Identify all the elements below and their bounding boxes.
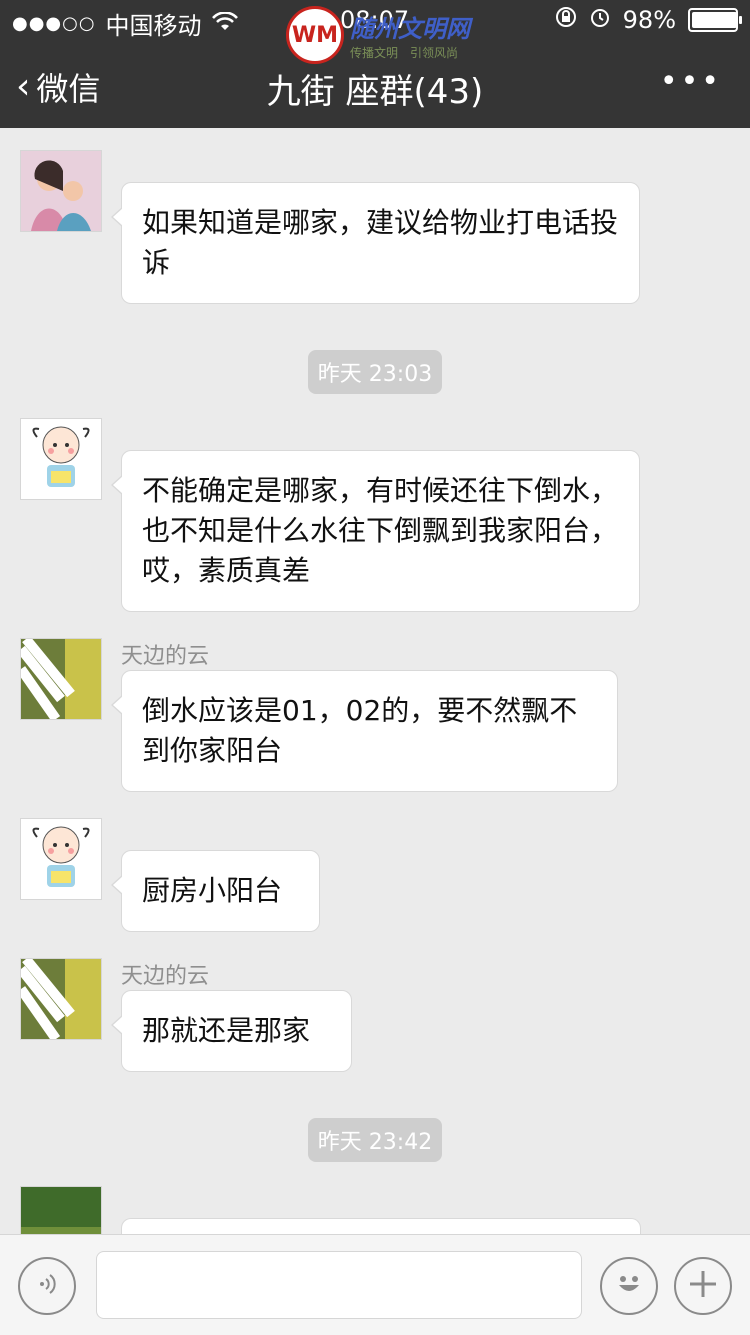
message-bubble[interactable]: 厨房小阳台 xyxy=(111,850,320,932)
message-bubble[interactable]: 那就还是那家 xyxy=(111,990,352,1072)
chat-title: 九街 座群(43) xyxy=(266,72,484,112)
battery-percent: 98% xyxy=(622,6,676,34)
avatar[interactable] xyxy=(20,958,102,1040)
more-options-icon[interactable]: ••• xyxy=(660,64,722,99)
emoji-icon xyxy=(612,1267,646,1305)
timestamp: 昨天 23:03 xyxy=(0,350,750,394)
avatar[interactable] xyxy=(20,150,102,232)
message-bubble[interactable]: 不能确定是哪家，有时候还往下倒水，也不知是什么水往下倒飘到我家阳台，哎，素质真差 xyxy=(111,450,640,612)
nav-bar: ‹ 微信 九街 座群(43) ••• xyxy=(0,40,750,128)
carrier-name: 中国移动 xyxy=(105,12,202,40)
top-bar: ●●●○○ 中国移动 08:07 98% WM 随州文明网 传播文明 引领风尚 … xyxy=(0,0,750,128)
status-right: 98% xyxy=(555,6,742,34)
plus-icon xyxy=(686,1267,720,1305)
voice-icon xyxy=(34,1271,60,1301)
signal-strength-icon: ●●●○○ xyxy=(12,13,96,34)
battery-fill xyxy=(692,12,738,28)
avatar[interactable] xyxy=(20,638,102,720)
input-bar xyxy=(0,1234,750,1335)
avatar[interactable] xyxy=(20,818,102,900)
wifi-icon xyxy=(211,10,238,38)
sender-name: 天边的云 xyxy=(121,964,210,989)
timestamp: 昨天 23:42 xyxy=(0,1118,750,1162)
timestamp-label: 昨天 23:42 xyxy=(307,1118,443,1162)
alarm-icon xyxy=(589,6,611,34)
status-left: ●●●○○ 中国移动 xyxy=(12,6,238,41)
voice-button[interactable] xyxy=(18,1257,76,1315)
add-button[interactable] xyxy=(674,1257,732,1315)
watermark-title: 随州文明网 xyxy=(350,15,470,43)
rotation-lock-icon xyxy=(555,6,577,34)
message-bubble[interactable]: 倒水应该是01，02的，要不然飘不到你家阳台 xyxy=(111,670,618,792)
battery-icon xyxy=(688,8,742,32)
avatar[interactable] xyxy=(20,418,102,500)
emoji-button[interactable] xyxy=(600,1257,658,1315)
message-bubble[interactable]: 如果知道是哪家，建议给物业打电话投诉 xyxy=(111,182,640,304)
message-input[interactable] xyxy=(96,1251,582,1319)
sender-name: 天边的云 xyxy=(121,644,210,669)
timestamp-label: 昨天 23:03 xyxy=(307,350,443,394)
